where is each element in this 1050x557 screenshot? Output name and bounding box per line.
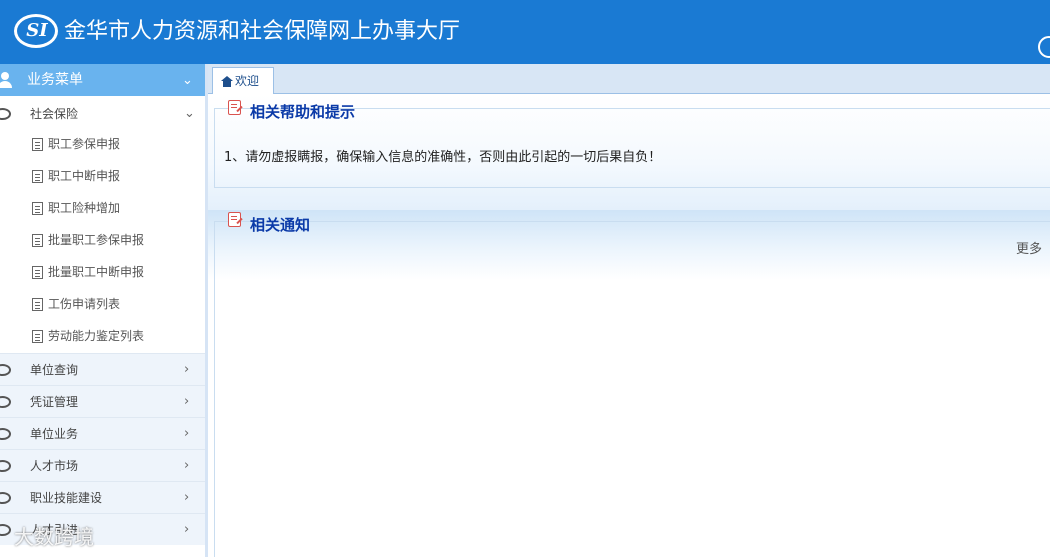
- notice-panel-title: 相关通知: [250, 216, 311, 234]
- chevron-down-icon: ⌄: [184, 106, 195, 121]
- document-icon: [32, 202, 43, 215]
- watermark: 大数跨境: [14, 525, 94, 549]
- sidebar-item-label: 批量职工中断申报: [48, 265, 145, 279]
- help-text: 1、请勿虚报瞒报，确保输入信息的准确性，否则由此引起的一切后果自负！: [224, 150, 662, 165]
- logo-text: SI: [26, 20, 48, 41]
- document-icon: [32, 170, 43, 183]
- user-icon: [0, 72, 12, 88]
- sidebar-group-label: 凭证管理: [30, 395, 79, 409]
- sidebar-item-employee-suspend[interactable]: 职工中断申报: [0, 160, 205, 192]
- circle-icon: [0, 460, 11, 472]
- document-icon: [32, 298, 43, 311]
- sidebar-item-label: 劳动能力鉴定列表: [48, 329, 145, 343]
- sidebar-group-talent-market[interactable]: 人才市场 ›: [0, 449, 205, 481]
- sidebar-item-label: 工伤申请列表: [48, 297, 121, 311]
- home-icon: [221, 76, 233, 87]
- circle-icon: [0, 396, 11, 408]
- sidebar-item-employee-enroll[interactable]: 职工参保申报: [0, 128, 205, 160]
- sidebar-item-injury-list[interactable]: 工伤申请列表: [0, 288, 205, 320]
- document-icon: [32, 330, 43, 343]
- circle-icon: [0, 428, 11, 440]
- circle-icon: [0, 492, 11, 504]
- chevron-right-icon: ›: [184, 490, 190, 505]
- circle-icon: [0, 108, 11, 120]
- sidebar-item-insurance-add[interactable]: 职工险种增加: [0, 192, 205, 224]
- help-panel-title: 相关帮助和提示: [250, 103, 356, 121]
- more-link[interactable]: 更多: [1016, 240, 1042, 260]
- menu-title: 业务菜单: [27, 72, 83, 88]
- sidebar-group-label: 单位业务: [30, 427, 79, 441]
- app-header: SI 金华市人力资源和社会保障网上办事大厅: [0, 0, 1050, 64]
- chevron-right-icon: ›: [184, 426, 190, 441]
- chevron-right-icon: ›: [184, 458, 190, 473]
- logo: SI: [14, 14, 58, 48]
- sidebar-group-voucher-management[interactable]: 凭证管理 ›: [0, 385, 205, 417]
- sidebar-group-label: 职业技能建设: [30, 491, 103, 505]
- sidebar-group-label: 社会保险: [30, 107, 79, 121]
- tab-welcome[interactable]: 欢迎: [212, 67, 274, 95]
- notice-panel: [214, 221, 1050, 557]
- sidebar-group-unit-query[interactable]: 单位查询 ›: [0, 353, 205, 385]
- site-title: 金华市人力资源和社会保障网上办事大厅: [64, 19, 461, 44]
- sidebar: 业务菜单 ⌄ 社会保险 ⌄ 职工参保申报 职工中断申报 职工险种增加 批量职工参…: [0, 64, 208, 557]
- sidebar-item-batch-enroll[interactable]: 批量职工参保申报: [0, 224, 205, 256]
- tab-bar: 欢迎: [208, 64, 1050, 95]
- power-icon[interactable]: [1038, 36, 1050, 58]
- circle-icon: [0, 524, 11, 536]
- sidebar-group-label: 人才市场: [30, 459, 79, 473]
- sidebar-group-unit-business[interactable]: 单位业务 ›: [0, 417, 205, 449]
- sidebar-item-label: 职工参保申报: [48, 137, 121, 151]
- document-icon: [32, 266, 43, 279]
- sidebar-group-vocational-skills[interactable]: 职业技能建设 ›: [0, 481, 205, 513]
- sidebar-group-social-insurance[interactable]: 社会保险 ⌄: [0, 98, 205, 130]
- tab-label: 欢迎: [235, 74, 260, 88]
- chevron-right-icon: ›: [184, 362, 190, 377]
- sidebar-group-label: 单位查询: [30, 363, 79, 377]
- edit-note-icon: [228, 212, 241, 227]
- edit-note-icon: [228, 100, 241, 115]
- sidebar-item-work-ability-list[interactable]: 劳动能力鉴定列表: [0, 320, 205, 352]
- circle-icon: [0, 364, 11, 376]
- sidebar-item-label: 批量职工参保申报: [48, 233, 145, 247]
- chevron-right-icon: ›: [184, 394, 190, 409]
- sidebar-item-label: 职工险种增加: [48, 201, 121, 215]
- sidebar-item-label: 职工中断申报: [48, 169, 121, 183]
- document-icon: [32, 234, 43, 247]
- chevron-right-icon: ›: [184, 522, 190, 537]
- document-icon: [32, 138, 43, 151]
- business-menu-header[interactable]: 业务菜单 ⌄: [0, 64, 205, 96]
- sidebar-item-batch-suspend[interactable]: 批量职工中断申报: [0, 256, 205, 288]
- chevron-down-icon: ⌄: [182, 73, 193, 88]
- main-content: 相关帮助和提示 1、请勿虚报瞒报，确保输入信息的准确性，否则由此引起的一切后果自…: [208, 94, 1050, 557]
